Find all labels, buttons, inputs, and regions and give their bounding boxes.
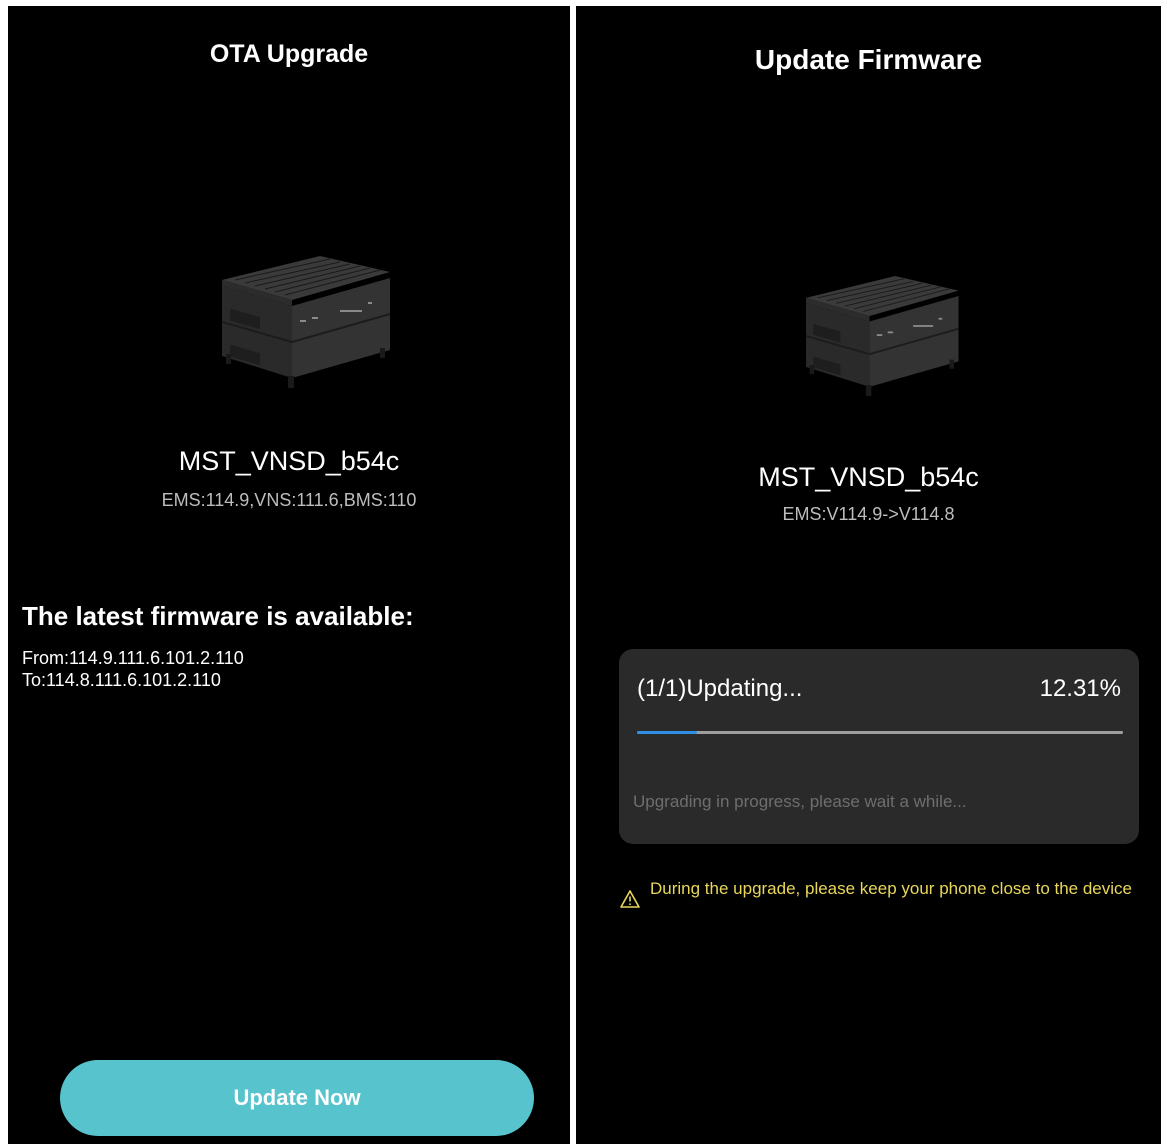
progress-card: (1/1)Updating... 12.31% Upgrading in pro…: [619, 649, 1139, 844]
update-now-label: Update Now: [233, 1085, 361, 1110]
device-image: [805, 276, 959, 396]
device-versions: EMS:114.9,VNS:111.6,BMS:110: [161, 490, 417, 510]
upgrade-warning: During the upgrade, please keep your pho…: [620, 879, 1140, 909]
update-firmware-screen: Update Firmware MST_VNSD_b54c EMS:V114.9…: [576, 6, 1161, 1144]
update-now-button[interactable]: Update Now: [60, 1060, 534, 1136]
progress-label: (1/1)Updating...: [637, 675, 803, 702]
warning-triangle-icon: [620, 890, 640, 908]
ota-upgrade-screen: OTA Upgrade MST_VNSD_b54c EMS:114.9,VNS:…: [8, 6, 570, 1144]
progress-bar-fill: [637, 731, 697, 734]
device-image: [221, 256, 391, 388]
page-title: OTA Upgrade: [209, 40, 369, 68]
firmware-available-heading: The latest firmware is available:: [22, 601, 414, 631]
progress-percent: 12.31%: [1039, 675, 1121, 702]
warning-text: During the upgrade, please keep your pho…: [650, 879, 1132, 898]
progress-note: Upgrading in progress, please wait a whi…: [633, 792, 967, 811]
firmware-to: To:114.8.111.6.101.2.110: [22, 670, 221, 690]
progress-bar: [637, 731, 1123, 734]
page-title: Update Firmware: [754, 44, 983, 75]
firmware-from: From:114.9.111.6.101.2.110: [22, 648, 244, 668]
version-change: EMS:V114.9->V114.8: [782, 504, 955, 524]
device-name: MST_VNSD_b54c: [178, 446, 400, 476]
device-name: MST_VNSD_b54c: [758, 462, 979, 492]
